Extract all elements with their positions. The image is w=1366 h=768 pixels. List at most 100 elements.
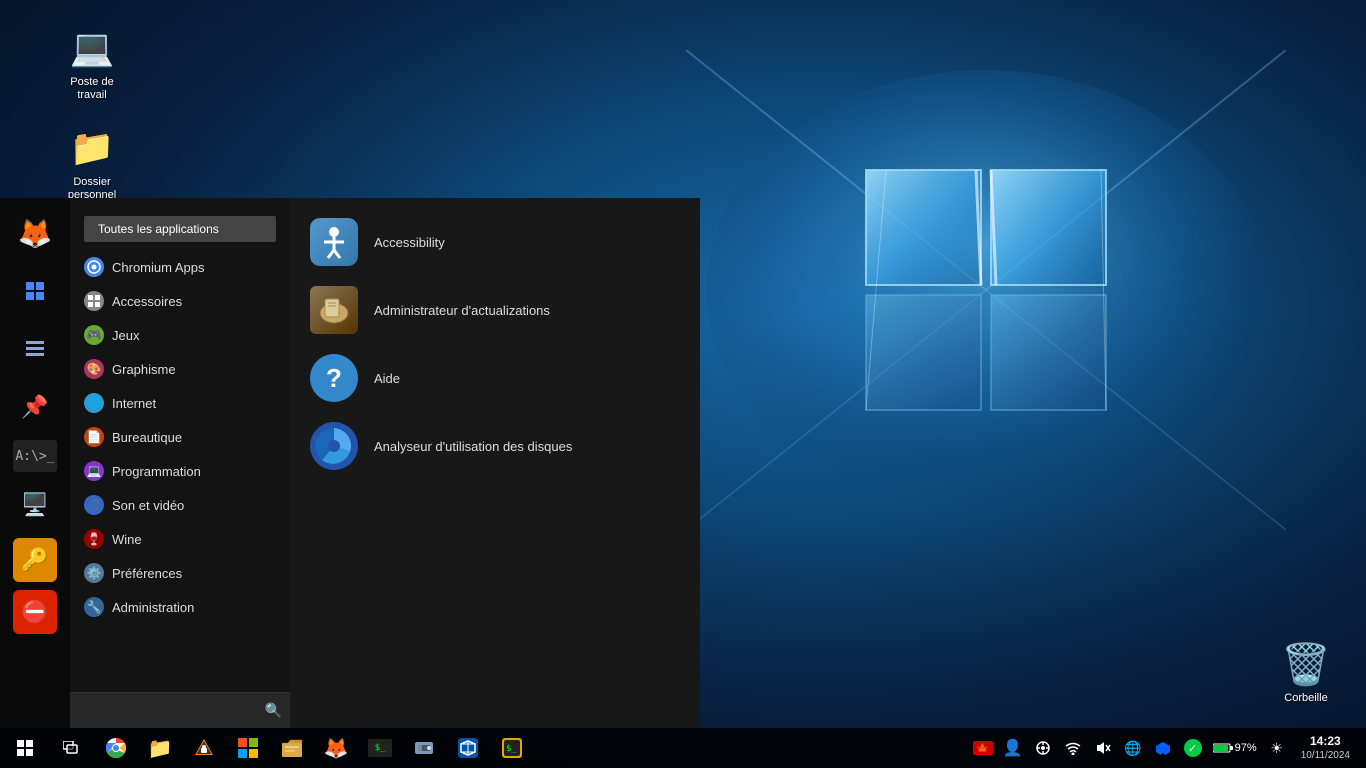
tray-wifi[interactable] bbox=[1059, 728, 1087, 768]
taskbar-vlc[interactable] bbox=[182, 728, 226, 768]
taskbar-thunar[interactable] bbox=[402, 728, 446, 768]
sidebar-icon-tasks[interactable] bbox=[10, 324, 60, 374]
app-aide[interactable]: ? Aide bbox=[290, 344, 700, 412]
accessoires-label: Accessoires bbox=[112, 294, 182, 309]
preferences-icon: ⚙️ bbox=[84, 563, 104, 583]
search-icon[interactable]: 🔍 bbox=[265, 702, 282, 719]
sidebar-icon-sticky[interactable]: 📌 bbox=[10, 382, 60, 432]
son-video-icon: 🎵 bbox=[84, 495, 104, 515]
tray-clock[interactable]: 14:23 10/11/2024 bbox=[1293, 728, 1358, 768]
tray-dropbox[interactable] bbox=[1149, 728, 1177, 768]
svg-text:$_: $_ bbox=[506, 744, 517, 754]
programmation-icon: 💻 bbox=[84, 461, 104, 481]
disk-analyzer-icon bbox=[310, 422, 358, 470]
administration-label: Administration bbox=[112, 600, 194, 615]
category-programmation[interactable]: 💻 Programmation bbox=[70, 454, 290, 488]
accessoires-icon bbox=[84, 291, 104, 311]
taskbar-virtualbox[interactable] bbox=[446, 728, 490, 768]
search-input[interactable] bbox=[78, 703, 265, 718]
sidebar-icon-monitor[interactable]: 🖥️ bbox=[10, 480, 60, 530]
app-disk-analyzer[interactable]: Analyseur d'utilisation des disques bbox=[290, 412, 700, 480]
start-search-bar: 🔍 bbox=[70, 692, 290, 728]
administration-icon: 🔧 bbox=[84, 597, 104, 617]
clock-date: 10/11/2024 bbox=[1301, 749, 1350, 763]
category-internet[interactable]: 🌐 Internet bbox=[70, 386, 290, 420]
accessibility-label: Accessibility bbox=[374, 235, 445, 250]
category-chromium-apps[interactable]: Chromium Apps bbox=[70, 250, 290, 284]
category-graphisme[interactable]: 🎨 Graphisme bbox=[70, 352, 290, 386]
tray-brightness[interactable]: ☀ bbox=[1263, 728, 1291, 768]
taskbar-file-manager[interactable] bbox=[270, 728, 314, 768]
category-wine[interactable]: 🍷 Wine bbox=[70, 522, 290, 556]
jeux-label: Jeux bbox=[112, 328, 139, 343]
start-menu-apps: Accessibility Administrate bbox=[290, 198, 700, 728]
app-accessibility[interactable]: Accessibility bbox=[290, 208, 700, 276]
desktop: 💻 Poste de travail 📁 Dossier personnel 🗑… bbox=[0, 0, 1366, 768]
recycle-bin[interactable]: 🗑️ Corbeille bbox=[1266, 637, 1346, 708]
chromium-apps-label: Chromium Apps bbox=[112, 260, 204, 275]
clock-time: 14:23 bbox=[1310, 733, 1341, 750]
tray-battery[interactable]: 97% bbox=[1209, 728, 1261, 768]
desktop-icon-poste-travail[interactable]: 💻 Poste de travail bbox=[52, 20, 132, 106]
wine-icon: 🍷 bbox=[84, 529, 104, 549]
admin-actualizations-label: Administrateur d'actualizations bbox=[374, 303, 550, 318]
sidebar-icon-store[interactable] bbox=[10, 266, 60, 316]
tray-network[interactable]: 🌐 bbox=[1119, 728, 1147, 768]
category-preferences[interactable]: ⚙️ Préférences bbox=[70, 556, 290, 590]
recycle-bin-icon: 🗑️ bbox=[1281, 641, 1331, 688]
admin-actualizations-icon bbox=[310, 286, 358, 334]
graphisme-icon: 🎨 bbox=[84, 359, 104, 379]
chromium-apps-icon bbox=[84, 257, 104, 277]
son-video-label: Son et vidéo bbox=[112, 498, 184, 513]
tray-tools[interactable] bbox=[1029, 728, 1057, 768]
internet-icon: 🌐 bbox=[84, 393, 104, 413]
preferences-label: Préférences bbox=[112, 566, 182, 581]
taskbar-store[interactable] bbox=[226, 728, 270, 768]
sidebar-icon-firefox[interactable]: 🦊 bbox=[10, 208, 60, 258]
bureautique-label: Bureautique bbox=[112, 430, 182, 445]
help-circle: ? bbox=[310, 354, 358, 402]
taskbar-tilix[interactable]: $_ bbox=[490, 728, 534, 768]
taskbar-firefox[interactable]: 🦊 bbox=[314, 728, 358, 768]
taskbar-tray: 🍁 👤 bbox=[969, 728, 1366, 768]
taskbar-task-view[interactable] bbox=[50, 728, 94, 768]
battery-level: 97% bbox=[1213, 742, 1257, 754]
sidebar-icon-key[interactable]: 🔑 bbox=[13, 538, 57, 582]
recycle-bin-label: Corbeille bbox=[1284, 692, 1327, 704]
programmation-label: Programmation bbox=[112, 464, 201, 479]
start-menu-sidebar: 🦊 📌 A:\>_ 🖥️ 🔑 ⛔ bbox=[0, 198, 70, 728]
category-accessoires[interactable]: Accessoires bbox=[70, 284, 290, 318]
tray-flag[interactable]: 🍁 bbox=[969, 728, 997, 768]
wine-label: Wine bbox=[112, 532, 142, 547]
tray-audio-mute[interactable] bbox=[1089, 728, 1117, 768]
tray-check[interactable]: ✓ bbox=[1179, 728, 1207, 768]
poste-travail-icon: 💻 bbox=[68, 24, 116, 72]
jeux-icon: 🎮 bbox=[84, 325, 104, 345]
aide-icon: ? bbox=[310, 354, 358, 402]
taskbar-files[interactable]: 📁 bbox=[138, 728, 182, 768]
taskbar-chrome[interactable] bbox=[94, 728, 138, 768]
sidebar-icon-terminal[interactable]: A:\>_ bbox=[13, 440, 57, 472]
taskbar-terminal[interactable]: $_ bbox=[358, 728, 402, 768]
tray-user[interactable]: 👤 bbox=[999, 728, 1027, 768]
taskbar-app-icons: 📁 bbox=[94, 728, 534, 768]
start-menu-categories: Toutes les applications Chromium Apps Ac… bbox=[70, 198, 290, 728]
category-jeux[interactable]: 🎮 Jeux bbox=[70, 318, 290, 352]
taskbar: 📁 bbox=[0, 728, 1366, 768]
category-bureautique[interactable]: 📄 Bureautique bbox=[70, 420, 290, 454]
poste-travail-label: Poste de travail bbox=[56, 76, 128, 102]
all-apps-button[interactable]: Toutes les applications bbox=[84, 216, 276, 242]
dossier-icon: 📁 bbox=[68, 124, 116, 172]
graphisme-label: Graphisme bbox=[112, 362, 176, 377]
category-administration[interactable]: 🔧 Administration bbox=[70, 590, 290, 624]
sidebar-icon-block[interactable]: ⛔ bbox=[13, 590, 57, 634]
taskbar-start-button[interactable] bbox=[0, 728, 50, 768]
battery-text: 97% bbox=[1235, 742, 1257, 754]
desktop-icon-dossier-personnel[interactable]: 📁 Dossier personnel bbox=[52, 120, 132, 206]
wallpaper-logo bbox=[686, 50, 1286, 650]
app-admin-actualizations[interactable]: Administrateur d'actualizations bbox=[290, 276, 700, 344]
category-son-video[interactable]: 🎵 Son et vidéo bbox=[70, 488, 290, 522]
disk-analyzer-label: Analyseur d'utilisation des disques bbox=[374, 439, 572, 454]
accessibility-icon bbox=[310, 218, 358, 266]
bureautique-icon: 📄 bbox=[84, 427, 104, 447]
